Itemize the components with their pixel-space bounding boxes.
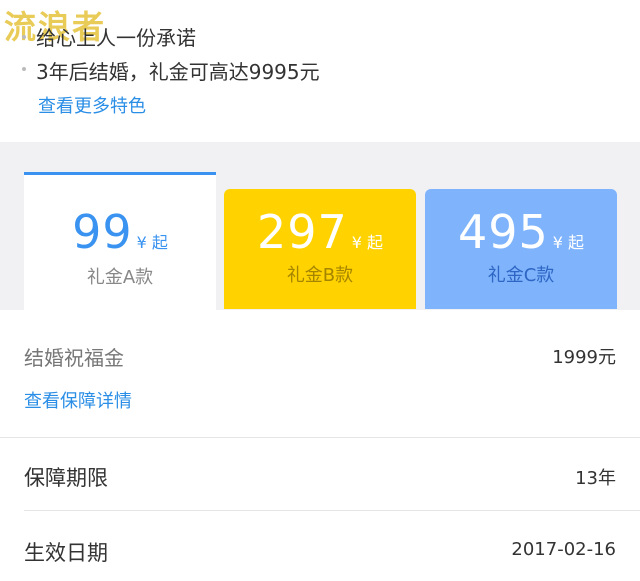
plan-price: 297: [256, 205, 348, 259]
price-suffix: ¥ 起: [351, 233, 384, 252]
more-features-link[interactable]: 查看更多特色: [38, 92, 146, 118]
plan-price: 99: [72, 205, 133, 259]
plan-name: 礼金B款: [286, 265, 354, 286]
price-row: 495 ¥ 起: [425, 205, 617, 259]
feature-item: 给心上人一份承诺: [36, 26, 196, 50]
divider: [24, 510, 640, 511]
feature-item: 3年后结婚，礼金可高达9995元: [36, 60, 320, 84]
plan-name: 礼金A款: [86, 267, 154, 288]
term-value: 13年: [575, 468, 616, 489]
plan-card-b[interactable]: 297 ¥ 起 礼金B款: [224, 189, 416, 309]
price-row: 297 ¥ 起: [224, 205, 416, 259]
blessing-label: 结婚祝福金: [24, 346, 124, 370]
price-suffix: ¥ 起: [136, 233, 168, 252]
effective-date-label: 生效日期: [24, 541, 108, 565]
bullet-icon: [22, 35, 26, 39]
plan-name: 礼金C款: [487, 265, 555, 286]
bullet-icon: [22, 67, 26, 71]
price-row: 99 ¥ 起: [24, 205, 216, 259]
plan-card-a[interactable]: 99 ¥ 起 礼金A款: [24, 172, 216, 310]
effective-date-value: 2017-02-16: [511, 539, 616, 560]
features-section: 流浪者 给心上人一份承诺 3年后结婚，礼金可高达9995元 查看更多特色: [0, 0, 640, 142]
plan-price: 495: [457, 205, 549, 259]
guarantee-details-link[interactable]: 查看保障详情: [24, 387, 132, 413]
price-suffix: ¥ 起: [552, 233, 585, 252]
term-label: 保障期限: [24, 466, 108, 490]
divider: [0, 437, 640, 438]
plan-detail: 结婚祝福金 1999元 查看保障详情 保障期限 13年 生效日期 2017-02…: [0, 310, 640, 581]
policy-page: 流浪者 给心上人一份承诺 3年后结婚，礼金可高达9995元 查看更多特色 99 …: [0, 0, 640, 581]
plan-card-c[interactable]: 495 ¥ 起 礼金C款: [425, 189, 617, 309]
blessing-value: 1999元: [552, 347, 616, 368]
